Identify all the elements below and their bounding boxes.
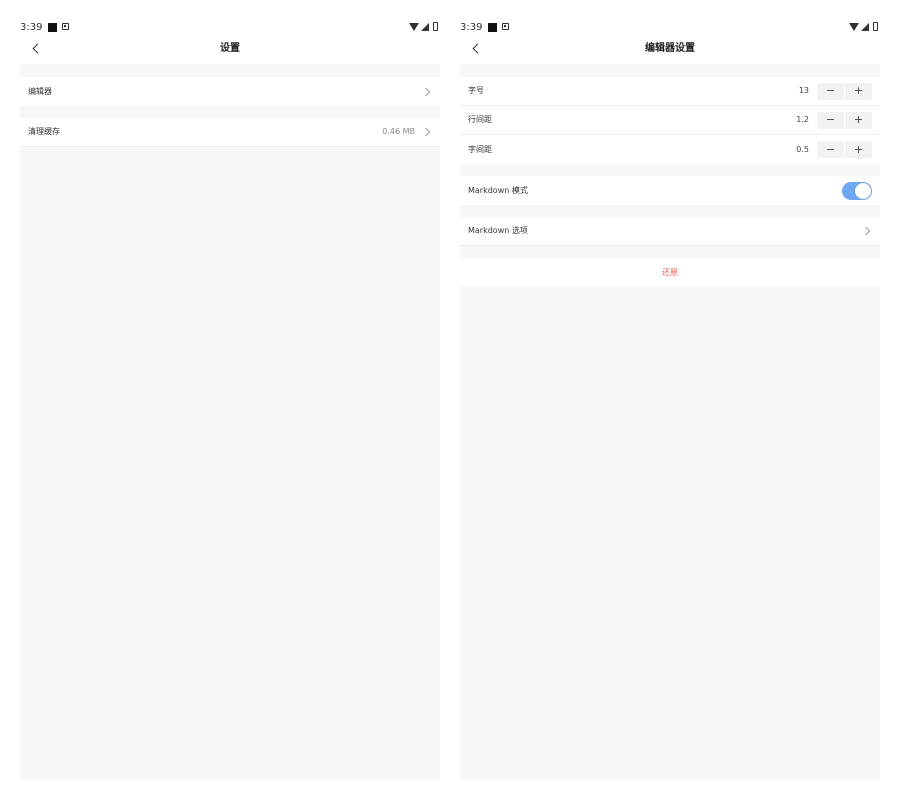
nav-bar: 设置 — [20, 34, 440, 64]
font-size-decrease-button[interactable]: − — [817, 82, 845, 100]
chevron-right-icon — [421, 127, 431, 137]
letter-spacing-value: 0.5 — [796, 144, 809, 154]
line-spacing-label: 行间距 — [468, 115, 492, 124]
line-spacing-value: 1.2 — [796, 115, 809, 124]
letter-spacing-increase-button[interactable]: + — [845, 141, 872, 158]
markdown-options-label: Markdown 选项 — [468, 226, 528, 235]
markdown-mode-toggle[interactable] — [842, 181, 872, 200]
reset-button[interactable]: 还原 — [662, 268, 678, 278]
editor-settings-item[interactable]: 编辑器 — [20, 77, 440, 106]
editor-settings-label: 编辑器 — [28, 86, 52, 96]
wifi-icon — [409, 22, 419, 31]
letter-spacing-stepper: − + — [817, 141, 872, 158]
status-time: 3:39 — [20, 22, 43, 33]
status-bar: 3:39 — [460, 0, 880, 34]
clear-cache-label: 清理缓存 — [28, 127, 60, 136]
page-title: 编辑器设置 — [645, 43, 695, 54]
letter-spacing-label: 字间距 — [468, 144, 492, 154]
app-notification-icon — [488, 23, 497, 32]
markdown-mode-row: Markdown 模式 — [460, 176, 880, 205]
battery-icon — [873, 22, 878, 31]
status-bar: 3:39 — [20, 0, 440, 34]
font-size-row: 字号 13 − + — [460, 77, 880, 106]
chevron-right-icon — [861, 226, 871, 236]
cache-size: 0.46 MB — [382, 127, 415, 136]
system-icons — [409, 22, 438, 31]
line-spacing-stepper: − + — [817, 111, 872, 129]
font-size-increase-button[interactable]: + — [845, 83, 872, 100]
status-time: 3:39 — [460, 22, 483, 33]
toggle-knob — [855, 182, 871, 199]
letter-spacing-row: 字间距 0.5 − + — [460, 135, 880, 164]
line-spacing-decrease-button[interactable]: − — [817, 111, 845, 129]
wifi-icon — [849, 22, 859, 31]
settings-screen: 3:39 设置 编辑器 清理缓存 0.46 MB — [20, 0, 440, 780]
notification-icon — [62, 23, 69, 30]
battery-icon — [433, 22, 438, 31]
clear-cache-item[interactable]: 清理缓存 0.46 MB — [20, 118, 440, 147]
font-size-label: 字号 — [468, 86, 484, 95]
markdown-options-item[interactable]: Markdown 选项 — [460, 217, 880, 246]
system-icons — [849, 22, 878, 31]
signal-icon — [861, 22, 869, 31]
page-title: 设置 — [220, 43, 240, 54]
app-notification-icon — [48, 23, 57, 32]
markdown-mode-label: Markdown 模式 — [468, 185, 528, 195]
reset-row[interactable]: 还原 — [460, 258, 880, 287]
font-size-value: 13 — [798, 86, 809, 95]
notification-icon — [502, 23, 509, 30]
editor-settings-screen: 3:39 编辑器设置 字号 13 − + 行间距 1.2 − + 字间距 0.5 — [460, 0, 880, 780]
line-spacing-increase-button[interactable]: + — [845, 112, 872, 129]
line-spacing-row: 行间距 1.2 − + — [460, 106, 880, 135]
letter-spacing-decrease-button[interactable]: − — [817, 141, 845, 158]
chevron-right-icon — [421, 87, 431, 96]
signal-icon — [421, 22, 429, 31]
font-size-stepper: − + — [817, 82, 872, 100]
nav-bar: 编辑器设置 — [460, 34, 880, 64]
